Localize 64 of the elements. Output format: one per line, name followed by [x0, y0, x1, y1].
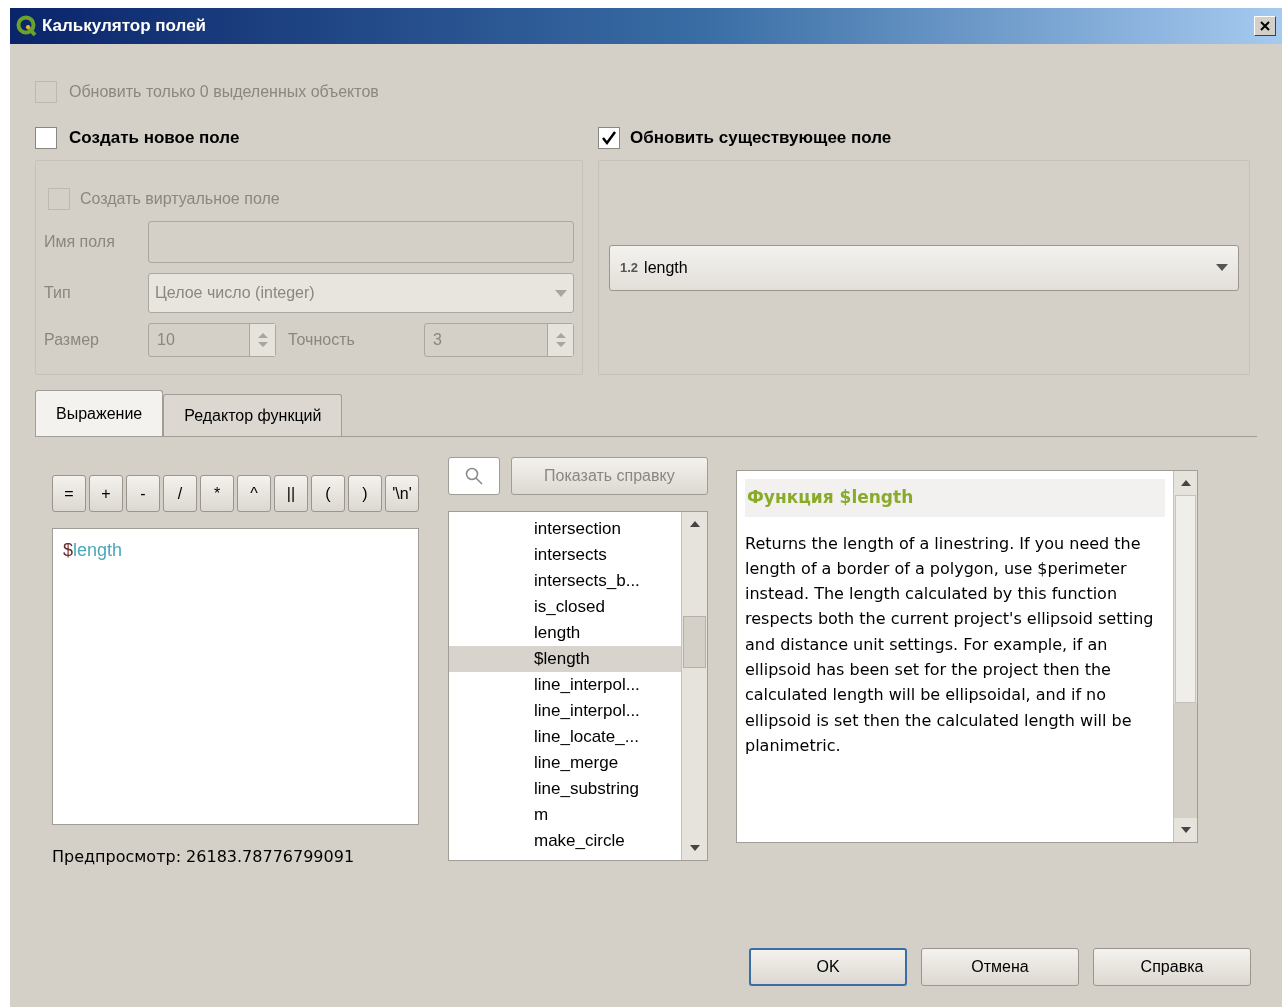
- operator-button[interactable]: (: [311, 475, 345, 512]
- scroll-down-icon: [689, 845, 700, 851]
- operator-button[interactable]: ^: [237, 475, 271, 512]
- scrollbar[interactable]: [1173, 471, 1197, 842]
- operator-button[interactable]: -: [126, 475, 160, 512]
- tab[interactable]: Выражение: [35, 390, 164, 436]
- operator-button[interactable]: ||: [274, 475, 308, 512]
- function-item[interactable]: line_merge: [449, 750, 681, 776]
- operator-button[interactable]: ): [348, 475, 382, 512]
- operator-button[interactable]: *: [200, 475, 234, 512]
- field-label: Точность: [287, 330, 356, 350]
- close-button[interactable]: [1254, 16, 1276, 36]
- function-item[interactable]: line_locate_...: [449, 724, 681, 750]
- function-item[interactable]: intersection: [449, 516, 681, 542]
- close-icon: [1260, 21, 1270, 31]
- operator-button[interactable]: +: [89, 475, 123, 512]
- function-item[interactable]: intersects: [449, 542, 681, 568]
- dropdown-arrow-icon: [555, 289, 567, 297]
- spin-arrows-icon: [554, 331, 567, 349]
- function-item[interactable]: line_interpol...: [449, 672, 681, 698]
- function-item[interactable]: $length: [449, 646, 681, 672]
- function-item[interactable]: line_substring: [449, 776, 681, 802]
- scrollbar[interactable]: [681, 512, 707, 860]
- function-item[interactable]: length: [449, 620, 681, 646]
- function-item[interactable]: make_circle: [449, 828, 681, 854]
- expression-editor[interactable]: $length: [52, 528, 419, 825]
- search-field[interactable]: [448, 457, 500, 495]
- field-label: Имя поля: [44, 232, 116, 252]
- preview-text: Предпросмотр: 26183.78776799091: [52, 846, 356, 868]
- function-item[interactable]: is_closed: [449, 594, 681, 620]
- operator-button[interactable]: =: [52, 475, 86, 512]
- dialog-button[interactable]: Отмена: [921, 948, 1079, 986]
- scroll-up-icon: [1180, 480, 1191, 486]
- help-title: Функция $length: [745, 479, 1165, 517]
- scrollbar-thumb[interactable]: [1175, 495, 1196, 703]
- function-item[interactable]: m: [449, 802, 681, 828]
- scroll-up-icon: [689, 521, 700, 527]
- expression-text: $length: [63, 540, 123, 560]
- field-label: Тип: [44, 283, 72, 303]
- group-title: Создать новое поле: [69, 127, 240, 150]
- type-label: 1.2: [620, 258, 639, 277]
- scrollbar-thumb[interactable]: [683, 616, 706, 668]
- field-dropdown[interactable]: 1.2 length: [609, 244, 1239, 291]
- dropdown-value: length: [644, 257, 689, 278]
- dialog-button[interactable]: Справка: [1093, 948, 1251, 986]
- operator-button[interactable]: '\n': [385, 475, 419, 512]
- scroll-down-icon: [1180, 827, 1191, 833]
- dropdown-arrow-icon: [1216, 264, 1228, 271]
- function-item[interactable]: intersects_b...: [449, 568, 681, 594]
- checkbox-label: Обновить только 0 выделенных объектов: [69, 82, 379, 102]
- operator-button[interactable]: /: [163, 475, 197, 512]
- function-item[interactable]: line_interpol...: [449, 698, 681, 724]
- tab[interactable]: Редактор функций: [163, 394, 343, 436]
- spin-arrows-icon: [256, 331, 269, 349]
- checkbox-label: Создать виртуальное поле: [80, 189, 280, 209]
- dialog-button[interactable]: OK: [749, 948, 907, 986]
- window-title: Калькулятор полей: [42, 15, 208, 38]
- search-icon: [464, 467, 483, 485]
- app-logo-icon: [16, 15, 38, 37]
- checkmark-icon: [601, 130, 617, 146]
- group-title: Обновить существующее поле: [630, 127, 892, 150]
- checkbox[interactable]: [598, 127, 620, 149]
- field-label: Размер: [44, 330, 100, 350]
- help-text: Returns the length of a linestring. If you need the length of a border of a polygon, use $perimeter instead. The length calculated by this function respects both the current project's ellipsoid setting and distance unit settings. For example, if an ellipsoid has been set for the project then the calculated length will be ellipsoidal, and if no ellipsoid is set then the calculated length will be planimetric.: [745, 532, 1155, 757]
